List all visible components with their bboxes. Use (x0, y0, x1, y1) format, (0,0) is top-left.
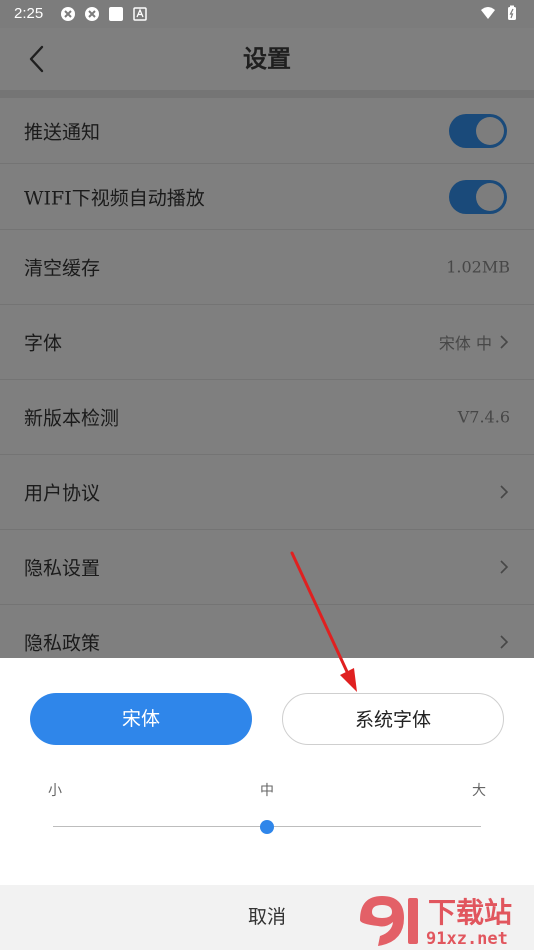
wifi-icon (481, 7, 495, 19)
size-label-medium: 中 (260, 783, 274, 799)
square-notification-icon (109, 7, 123, 21)
font-option-system[interactable]: 系统字体 (282, 693, 504, 745)
back-arrow-icon (29, 45, 44, 73)
font-value-text: 宋体 中 (438, 334, 492, 353)
nav-indicator (498, 634, 510, 650)
svg-text:91xz.net: 91xz.net (426, 929, 508, 948)
setting-label: 隐私设置 (24, 557, 101, 580)
cache-size-value: 1.02MB (446, 258, 510, 277)
battery-icon (508, 5, 516, 20)
app-notification-icon (61, 7, 75, 21)
setting-row-privacy-policy[interactable]: 隐私政策 (0, 605, 534, 658)
toggle-knob (476, 182, 504, 211)
header: 设置 (0, 28, 534, 90)
setting-row-font[interactable]: 字体 宋体 中 (0, 305, 534, 380)
back-button[interactable] (22, 42, 56, 76)
status-icons-left (60, 6, 148, 22)
setting-label: 新版本检测 (24, 407, 120, 430)
setting-row-clear-cache[interactable]: 清空缓存 1.02MB (0, 230, 534, 305)
settings-list: 推送通知 WIFI下视频自动播放 清空缓存 1.02MB 字体 宋体 中 新版本… (0, 90, 534, 658)
setting-label: WIFI下视频自动播放 (24, 187, 205, 209)
setting-row-push-notifications[interactable]: 推送通知 (0, 98, 534, 164)
status-time: 2:25 (14, 5, 44, 22)
setting-row-wifi-autoplay[interactable]: WIFI下视频自动播放 (0, 164, 534, 230)
size-label-small: 小 (48, 783, 62, 799)
site-watermark-logo: 下载站 91xz.net (360, 896, 512, 948)
keyboard-notification-icon (133, 7, 147, 21)
cache-size-text: 1.02MB (446, 257, 510, 277)
wifi-autoplay-toggle[interactable] (449, 179, 507, 214)
chevron-right-icon (500, 635, 509, 649)
setting-row-version-check[interactable]: 新版本检测 V7.4.6 (0, 380, 534, 455)
status-icons-right (480, 5, 520, 21)
chevron-right-icon (500, 335, 509, 349)
status-bar: 2:25 (0, 0, 534, 28)
version-value: V7.4.6 (458, 408, 510, 427)
font-value: 宋体 中 (439, 330, 510, 354)
list-gap (0, 90, 534, 98)
setting-label: 清空缓存 (24, 257, 101, 280)
setting-label: 用户协议 (24, 482, 101, 505)
toggle-knob (476, 116, 504, 145)
font-size-slider-thumb[interactable] (260, 820, 274, 834)
font-option-songti[interactable]: 宋体 (30, 693, 252, 745)
size-label-large: 大 (472, 783, 486, 799)
chevron-right-icon (500, 485, 509, 499)
setting-label: 推送通知 (24, 121, 101, 143)
version-text: V7.4.6 (457, 407, 510, 427)
push-notifications-toggle[interactable] (449, 113, 507, 148)
app-notification-icon (85, 7, 99, 21)
setting-label: 字体 (24, 332, 63, 355)
setting-row-privacy-settings[interactable]: 隐私设置 (0, 530, 534, 605)
page-title: 设置 (243, 45, 291, 73)
chevron-right-icon (500, 560, 509, 574)
nav-indicator (498, 484, 510, 500)
svg-text:下载站: 下载站 (428, 896, 512, 929)
nav-indicator (498, 559, 510, 575)
setting-row-user-agreement[interactable]: 用户协议 (0, 455, 534, 530)
setting-label: 隐私政策 (24, 632, 101, 655)
